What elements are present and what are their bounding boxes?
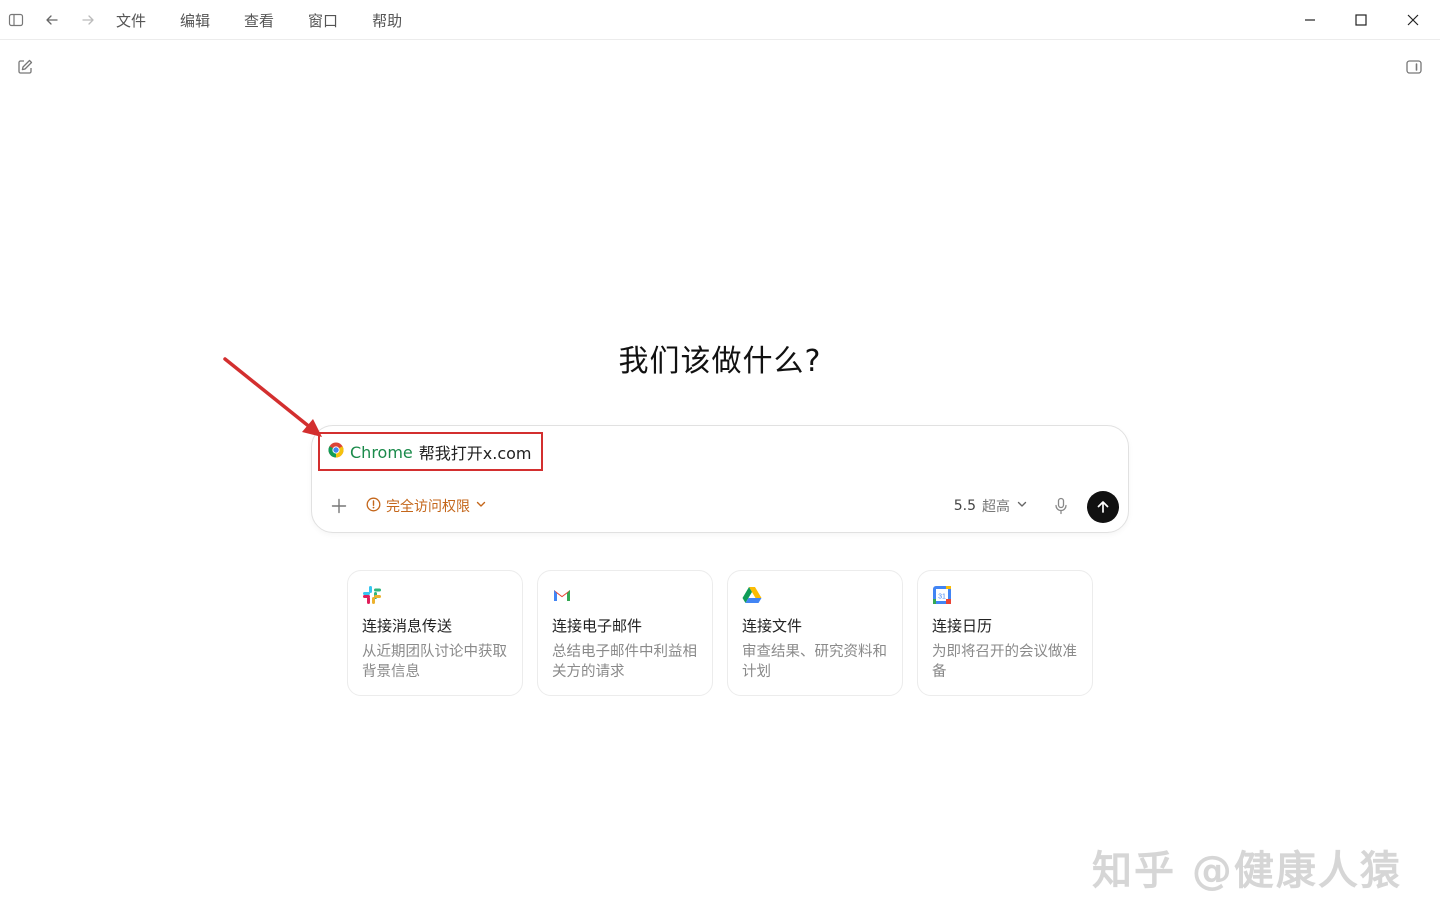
sidebar-toggle-icon[interactable] [6,10,26,30]
card-connect-calendar[interactable]: 31 连接日历 为即将召开的会议做准备 [917,570,1093,696]
menu-bar: 文件 编辑 查看 窗口 帮助 [112,0,406,40]
page-title: 我们该做什么? [618,344,822,379]
model-selector[interactable]: 5.5 超高 [954,494,1028,518]
card-description: 从近期团队讨论中获取背景信息 [362,644,507,680]
slack-icon [362,585,382,605]
menu-window[interactable]: 窗口 [304,10,342,31]
calendar-day-number: 31 [938,594,946,601]
back-arrow-icon[interactable] [42,10,62,30]
send-button[interactable] [1087,491,1119,523]
chevron-down-icon [475,498,487,514]
title-bar: 文件 编辑 查看 窗口 帮助 [0,0,1440,40]
card-description: 总结电子邮件中利益相关方的请求 [552,644,697,680]
forward-arrow-icon[interactable] [78,10,98,30]
connector-cards: 连接消息传送 从近期团队讨论中获取背景信息 连接电子邮件 总结电子邮件中利益相关… [347,570,1093,696]
new-chat-icon[interactable] [13,55,37,79]
card-title: 连接电子邮件 [552,617,643,635]
access-permission-dropdown[interactable]: 完全访问权限 [366,494,487,518]
menu-help[interactable]: 帮助 [368,10,406,31]
side-panel-icon[interactable] [1402,55,1426,79]
chevron-down-icon [1016,498,1028,514]
menu-edit[interactable]: 编辑 [176,10,214,31]
watermark: 知乎 @健康人猿 [1092,848,1402,894]
card-title: 连接消息传送 [362,617,453,635]
app-window: 文件 编辑 查看 窗口 帮助 我们该做什么? Chrome 帮我打开x.com … [0,0,1440,924]
google-calendar-icon: 31 [932,585,952,605]
google-drive-icon [742,585,762,605]
card-connect-messaging[interactable]: 连接消息传送 从近期团队讨论中获取背景信息 [347,570,523,696]
model-quality: 超高 [982,499,1010,515]
arrow-up-icon [1097,501,1109,513]
card-description: 审查结果、研究资料和计划 [742,644,887,680]
warning-circle-icon [366,497,381,516]
annotation-highlight-box [318,432,543,471]
composer-toolbar: 完全访问权限 5.5 超高 [312,482,1128,532]
card-description: 为即将召开的会议做准备 [932,644,1077,680]
microphone-icon[interactable] [1049,494,1073,518]
plus-icon [331,498,347,514]
add-attachment-button[interactable] [326,493,352,519]
close-icon[interactable] [1393,6,1433,34]
access-label: 完全访问权限 [386,499,470,515]
minimize-icon[interactable] [1290,6,1330,34]
menu-file[interactable]: 文件 [112,10,150,31]
card-title: 连接日历 [932,617,993,635]
gmail-icon [552,585,572,605]
card-connect-files[interactable]: 连接文件 审查结果、研究资料和计划 [727,570,903,696]
model-version: 5.5 [953,498,976,514]
card-title: 连接文件 [742,617,803,635]
maximize-icon[interactable] [1341,6,1381,34]
card-connect-email[interactable]: 连接电子邮件 总结电子邮件中利益相关方的请求 [537,570,713,696]
menu-view[interactable]: 查看 [240,10,278,31]
